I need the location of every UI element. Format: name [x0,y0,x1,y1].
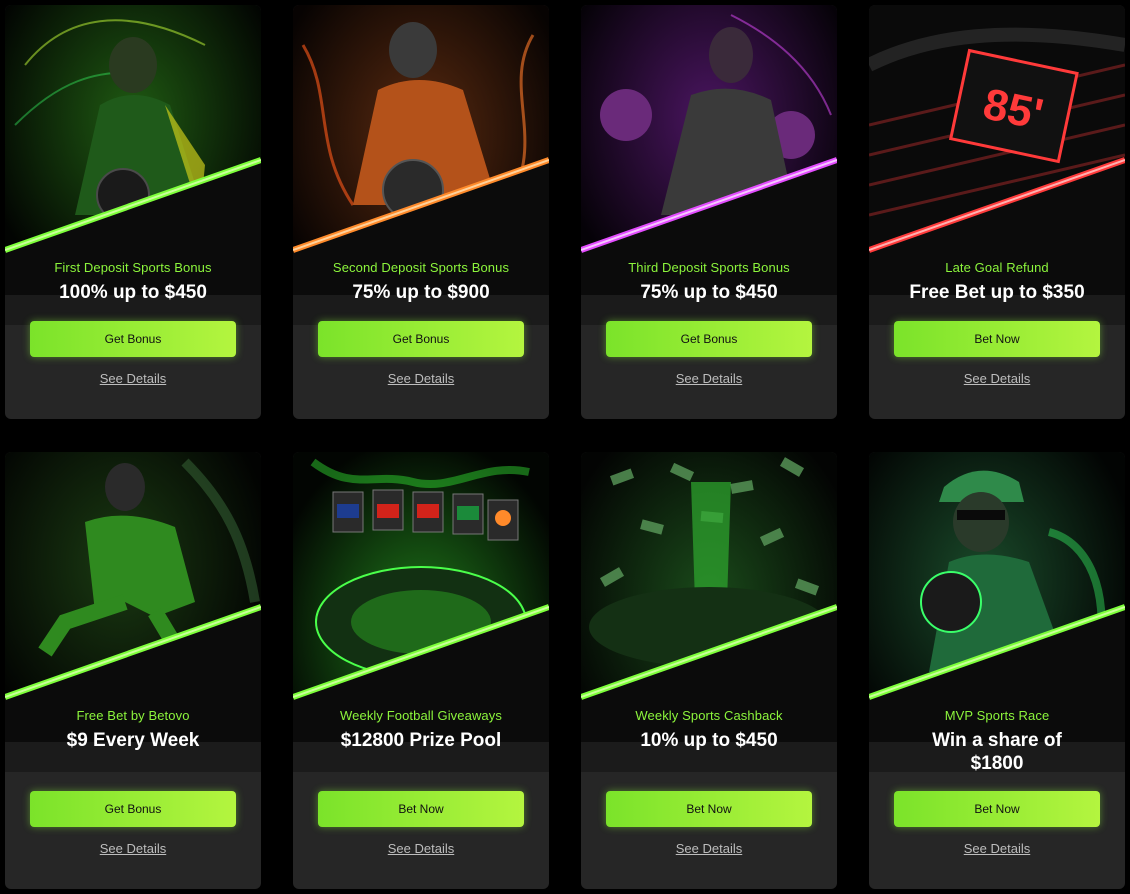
promo-card: 85' Late Goal Refund Free Bet up to $350… [869,5,1125,419]
promo-subtitle: Third Deposit Sports Bonus [628,260,790,275]
promotions-grid: First Deposit Sports Bonus 100% up to $4… [0,0,1130,894]
promo-card: First Deposit Sports Bonus 100% up to $4… [5,5,261,419]
see-details-link[interactable]: See Details [581,841,837,856]
promo-card: Weekly Sports Cashback 10% up to $450 Be… [581,452,837,889]
see-details-link[interactable]: See Details [293,841,549,856]
see-details-link[interactable]: See Details [581,371,837,386]
promo-subtitle: Second Deposit Sports Bonus [332,260,510,275]
promo-subtitle: Free Bet by Betovo [76,708,190,723]
promo-subtitle: MVP Sports Race [944,708,1050,723]
promo-subtitle: First Deposit Sports Bonus [54,260,212,275]
promo-card: MVP Sports Race Win a share of $1800 Bet… [869,452,1125,889]
see-details-link[interactable]: See Details [869,371,1125,386]
promo-subtitle: Weekly Football Giveaways [340,708,502,723]
promo-headline: 75% up to $900 [352,282,490,303]
promo-headline: $12800 Prize Pool [340,730,502,751]
promo-card: Second Deposit Sports Bonus 75% up to $9… [293,5,549,419]
promo-subtitle: Weekly Sports Cashback [635,708,783,723]
get-bonus-button[interactable]: Get Bonus [30,791,236,827]
see-details-link[interactable]: See Details [5,841,261,856]
promo-headline: $9 Every Week [66,730,200,751]
see-details-link[interactable]: See Details [293,371,549,386]
promo-headline: 100% up to $450 [59,282,207,303]
promo-card: Free Bet by Betovo $9 Every Week Get Bon… [5,452,261,889]
get-bonus-button[interactable]: Get Bonus [606,321,812,357]
get-bonus-button[interactable]: Get Bonus [30,321,236,357]
bet-now-button[interactable]: Bet Now [606,791,812,827]
see-details-link[interactable]: See Details [5,371,261,386]
promo-headline: Free Bet up to $350 [909,282,1085,303]
promo-subtitle: Late Goal Refund [945,260,1049,275]
bet-now-button[interactable]: Bet Now [894,791,1100,827]
see-details-link[interactable]: See Details [869,841,1125,856]
promo-card: Weekly Football Giveaways $12800 Prize P… [293,452,549,889]
promo-headline: 75% up to $450 [640,282,778,303]
promo-card: Third Deposit Sports Bonus 75% up to $45… [581,5,837,419]
promo-headline: Win a share of $1800 [932,730,1062,774]
promo-headline: 10% up to $450 [640,730,778,751]
get-bonus-button[interactable]: Get Bonus [318,321,524,357]
bet-now-button[interactable]: Bet Now [318,791,524,827]
bet-now-button[interactable]: Bet Now [894,321,1100,357]
